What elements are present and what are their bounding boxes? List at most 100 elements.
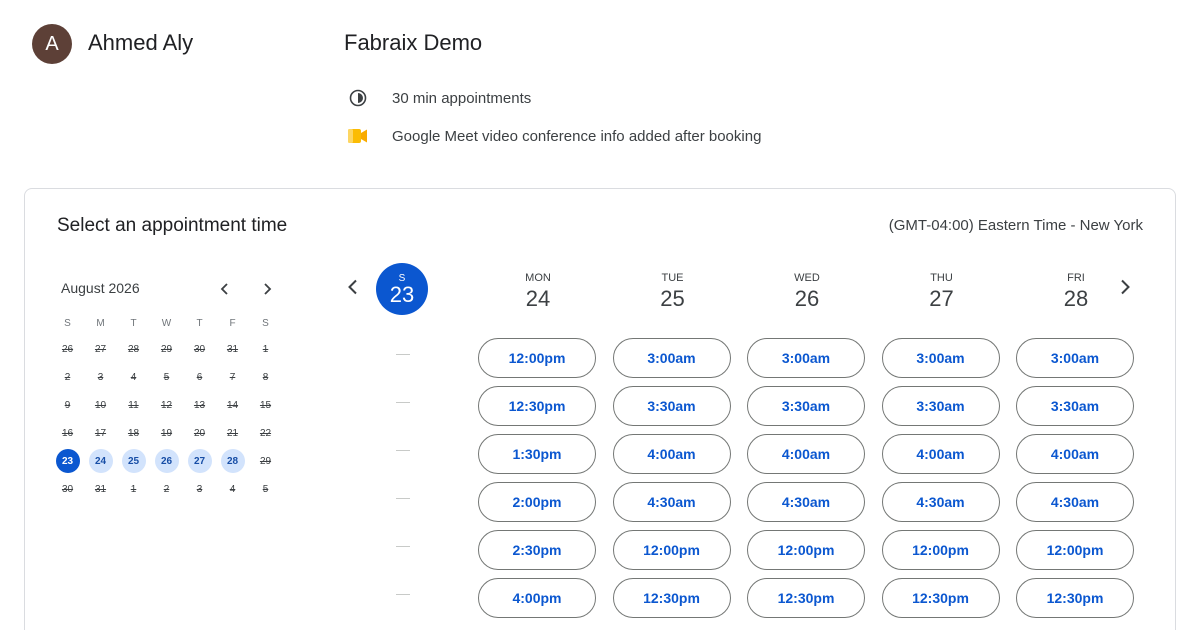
time-slot-button[interactable]: 4:30am — [881, 482, 1000, 522]
weekday-label: W — [161, 317, 172, 329]
time-slot-button[interactable]: 4:00pm — [478, 578, 596, 618]
time-slot-button[interactable]: 12:00pm — [747, 530, 865, 570]
day-header: WED 26 — [747, 272, 867, 328]
day-number: 20 — [193, 427, 206, 439]
no-slot-marker: — — [396, 585, 410, 601]
time-slot-button[interactable]: 4:00am — [1016, 434, 1134, 474]
day-header: MON 24 — [478, 272, 598, 328]
mini-calendar: August 2026 S M T W T F S 26 27 28 29 30 31 1 2 3 4 5 6 7 8 9… — [51, 271, 281, 503]
day-number: 5 — [163, 371, 170, 383]
day-number: 6 — [196, 371, 203, 383]
unavailable-day: 2 — [150, 475, 183, 503]
available-day[interactable]: 24 — [84, 447, 117, 475]
time-slot-button[interactable]: 4:00am — [747, 434, 865, 474]
day-number: 23 — [55, 449, 80, 473]
time-slot-button[interactable]: 12:00pm — [478, 338, 596, 378]
time-slot-button[interactable]: 1:30pm — [478, 434, 596, 474]
scheduler-card: Select an appointment time (GMT-04:00) E… — [24, 188, 1176, 630]
available-day[interactable]: 26 — [150, 447, 183, 475]
day-number: 15 — [259, 399, 272, 411]
day-number: 22 — [259, 427, 272, 439]
day-number: 9 — [64, 399, 71, 411]
day-column-tue: TUE 25 3:00am 3:30am 4:00am 4:30am 12:00pm 12:3… — [612, 263, 733, 626]
previous-month-button[interactable] — [213, 277, 237, 301]
unavailable-day: 9 — [51, 391, 84, 419]
day-number: 11 — [128, 399, 139, 411]
day-number: 27 — [187, 449, 212, 473]
time-slot-button[interactable]: 3:30am — [747, 386, 865, 426]
unavailable-day: 18 — [117, 419, 150, 447]
time-slot-button[interactable]: 12:30pm — [478, 386, 596, 426]
time-slot-button[interactable]: 4:30am — [612, 482, 731, 522]
time-slot-button[interactable]: 12:30pm — [881, 578, 1000, 618]
chevron-right-icon — [264, 283, 272, 295]
unavailable-day: 12 — [150, 391, 183, 419]
time-slot-button[interactable]: 3:00am — [1016, 338, 1134, 378]
time-slot-button[interactable]: 4:00am — [881, 434, 1000, 474]
day-number: 29 — [160, 343, 173, 355]
time-slot-button[interactable]: 12:00pm — [881, 530, 1000, 570]
day-weekday: TUE — [661, 272, 684, 284]
time-slot-button[interactable]: 12:00pm — [612, 530, 731, 570]
host-name: Ahmed Aly — [88, 30, 194, 55]
day-number: 16 — [61, 427, 74, 439]
unavailable-day: 1 — [117, 475, 150, 503]
time-slot-button[interactable]: 3:30am — [881, 386, 1000, 426]
no-slot-marker: — — [396, 489, 410, 505]
time-slot-button[interactable]: 3:00am — [747, 338, 865, 378]
time-slot-button[interactable]: 2:30pm — [478, 530, 596, 570]
day-number: 25 — [121, 449, 146, 473]
unavailable-day: 29 — [249, 447, 282, 475]
day-number: 3 — [196, 483, 203, 495]
time-slot-button[interactable]: 3:30am — [1016, 386, 1134, 426]
time-slot-button[interactable]: 3:00am — [881, 338, 1000, 378]
time-slot-button[interactable]: 3:30am — [612, 386, 731, 426]
day-weekday: THU — [930, 272, 953, 284]
day-number: 31 — [226, 343, 239, 355]
previous-week-button[interactable] — [341, 275, 365, 299]
day-column-wed: WED 26 3:00am 3:30am 4:00am 4:30am 12:00pm 12:3… — [747, 263, 867, 626]
unavailable-day: 31 — [216, 335, 249, 363]
time-slot-button[interactable]: 12:30pm — [747, 578, 865, 618]
day-number: 1 — [130, 483, 137, 495]
next-week-button[interactable] — [1113, 275, 1137, 299]
day-column-thu: THU 27 3:00am 3:30am 4:00am 4:30am 12:00pm 12:3… — [881, 263, 1002, 626]
unavailable-day: 11 — [117, 391, 150, 419]
selected-day[interactable]: 23 — [51, 447, 84, 475]
timezone-selector[interactable]: (GMT-04:00) Eastern Time - New York — [889, 217, 1143, 234]
unavailable-day: 6 — [183, 363, 216, 391]
available-day[interactable]: 27 — [183, 447, 216, 475]
time-slot-button[interactable]: 4:00am — [612, 434, 731, 474]
time-slot-button[interactable]: 3:00am — [612, 338, 731, 378]
next-month-button[interactable] — [255, 277, 279, 301]
time-slot-button[interactable]: 2:00pm — [478, 482, 596, 522]
time-slot-button[interactable]: 12:30pm — [1016, 578, 1134, 618]
unavailable-day: 2 — [51, 363, 84, 391]
weekday-label: T — [130, 317, 137, 329]
day-weekday: WED — [794, 272, 820, 284]
day-column-fri: FRI 28 3:00am 3:30am 4:00am 4:30am 12:00pm 12:3… — [1016, 263, 1136, 626]
today-no-slots: — — — — — — — [394, 329, 412, 617]
available-day[interactable]: 25 — [117, 447, 150, 475]
time-slot-button[interactable]: 4:30am — [1016, 482, 1134, 522]
time-slot-button[interactable]: 12:30pm — [612, 578, 731, 618]
time-slot-button[interactable]: 4:30am — [747, 482, 865, 522]
mini-calendar-grid: S M T W T F S 26 27 28 29 30 31 1 2 3 4 5 6 7 8 9 10 11 12 13 14 15… — [51, 311, 281, 503]
today-column: S 23 — [376, 263, 430, 315]
day-number: 2 — [64, 371, 71, 383]
chevron-right-icon — [1121, 279, 1130, 295]
event-title: Fabraix Demo — [344, 30, 483, 55]
available-day[interactable]: 28 — [216, 447, 249, 475]
unavailable-day: 19 — [150, 419, 183, 447]
unavailable-day: 14 — [216, 391, 249, 419]
duration-text: 30 min appointments — [392, 89, 532, 107]
unavailable-day: 30 — [51, 475, 84, 503]
time-slot-button[interactable]: 12:00pm — [1016, 530, 1134, 570]
unavailable-day: 21 — [216, 419, 249, 447]
day-number: 19 — [160, 427, 173, 439]
day-number: 13 — [193, 399, 206, 411]
unavailable-day: 26 — [51, 335, 84, 363]
weekday-label: S — [262, 317, 269, 329]
day-number: 7 — [229, 371, 236, 383]
unavailable-day: 29 — [150, 335, 183, 363]
